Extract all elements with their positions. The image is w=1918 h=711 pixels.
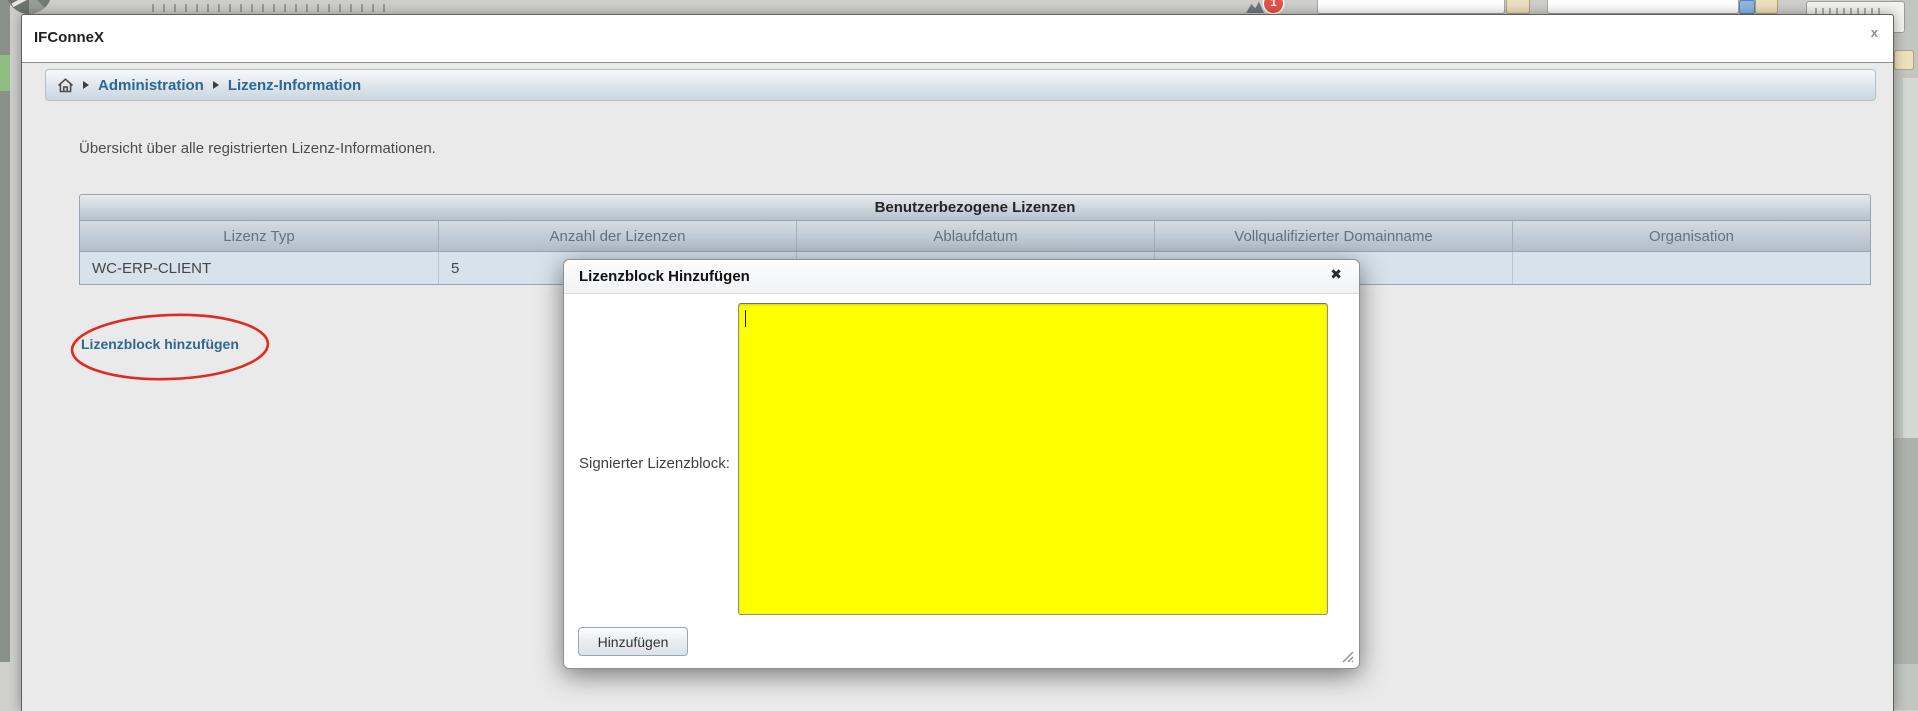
background-button <box>1755 0 1778 14</box>
intro-text: Übersicht über alle registrierten Lizenz… <box>79 140 436 157</box>
resize-handle[interactable] <box>1341 650 1354 663</box>
cell-organisation <box>1512 252 1870 284</box>
add-license-dialog: Lizenzblock Hinzufügen ✖ Signierter Lize… <box>563 259 1360 669</box>
add-license-block-link[interactable]: Lizenzblock hinzufügen <box>81 336 239 352</box>
column-header-lizenz-typ: Lizenz Typ <box>80 221 438 251</box>
background-left-bottom <box>0 662 10 710</box>
background-right-dark-segment <box>1892 438 1918 664</box>
breadcrumb-lizenz-information[interactable]: Lizenz-Information <box>228 77 361 94</box>
home-icon[interactable] <box>57 78 74 93</box>
background-left-strip <box>0 0 10 710</box>
background-image-icon <box>1246 1 1264 13</box>
background-green-segment <box>0 55 10 91</box>
text-caret <box>745 310 746 327</box>
background-text-fragment <box>152 4 394 12</box>
column-header-domainname: Vollqualifizierter Domainname <box>1154 221 1512 251</box>
app-logo-icon <box>6 0 52 14</box>
notification-badge: 1 <box>1264 0 1283 13</box>
column-header-organisation: Organisation <box>1512 221 1870 251</box>
background-button-fragment <box>1894 50 1914 70</box>
breadcrumb-administration[interactable]: Administration <box>98 77 204 94</box>
background-scrollbar <box>1903 78 1918 438</box>
cell-lizenz-typ: WC-ERP-CLIENT <box>80 252 438 284</box>
hinzufuegen-button[interactable]: Hinzufügen <box>578 627 688 656</box>
window-close-button[interactable]: x <box>1871 25 1878 40</box>
dialog-close-icon[interactable]: ✖ <box>1330 266 1342 283</box>
background-button <box>1506 0 1530 14</box>
column-header-anzahl: Anzahl der Lizenzen <box>438 221 796 251</box>
signed-license-label: Signierter Lizenzblock: <box>579 455 730 472</box>
window-title: IFConneX <box>34 29 104 46</box>
home-icon-glyph <box>57 78 74 93</box>
table-header-row: Lizenz Typ Anzahl der Lizenzen Ablaufdat… <box>79 220 1871 251</box>
chevron-right-icon <box>83 81 89 89</box>
breadcrumb: Administration Lizenz-Information <box>45 69 1876 101</box>
column-header-ablaufdatum: Ablaufdatum <box>796 221 1154 251</box>
dialog-title: Lizenzblock Hinzufügen <box>579 268 750 285</box>
background-right-strip <box>1892 0 1918 710</box>
chevron-right-icon <box>213 81 219 89</box>
background-input <box>1317 0 1505 14</box>
table-caption: Benutzerbezogene Lizenzen <box>79 194 1871 220</box>
license-block-textarea[interactable] <box>738 303 1328 615</box>
background-calendar-icon <box>1739 0 1755 14</box>
background-input <box>1547 0 1739 14</box>
